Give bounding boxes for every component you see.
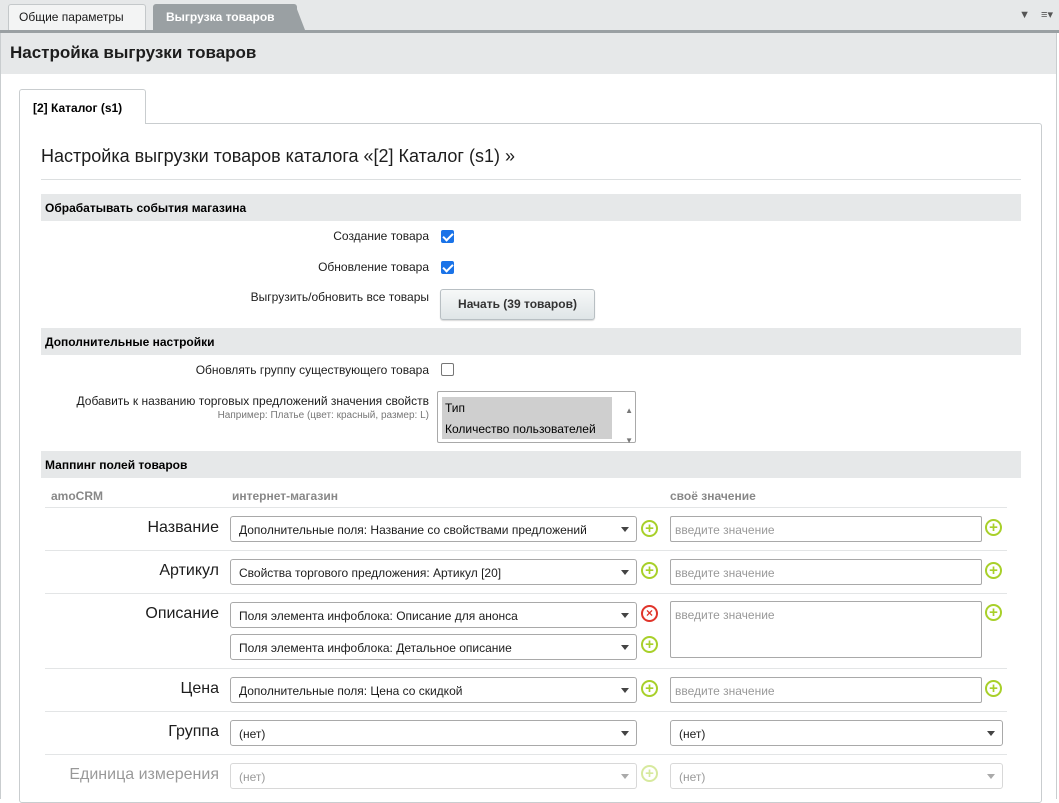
chevron-down-icon [987, 731, 995, 736]
list-item[interactable]: Тип [442, 397, 612, 418]
field-name: Название [147, 519, 220, 536]
field-name: Цена [180, 680, 219, 697]
section-field-mapping: Маппинг полей товаров [41, 451, 1021, 478]
offer-props-hint: Например: Платье (цвет: красный, размер:… [217, 410, 429, 421]
add-plus-icon[interactable]: + [641, 562, 658, 579]
start-export-button[interactable]: Начать (39 товаров) [440, 289, 595, 320]
section-shop-events: Обрабатывать события магазина [41, 194, 1021, 221]
row-divider [45, 507, 1007, 508]
chevron-down-icon [621, 613, 629, 618]
add-plus-icon[interactable]: + [985, 562, 1002, 579]
shop-field-select[interactable]: (нет) [230, 763, 637, 789]
add-plus-icon[interactable]: + [985, 680, 1002, 697]
add-plus-icon[interactable]: + [641, 520, 658, 537]
catalog-panel: Настройка выгрузки товаров каталога «[2]… [19, 123, 1042, 803]
tab-export-products[interactable]: Выгрузка товаров [153, 4, 305, 30]
add-plus-icon[interactable]: + [641, 636, 658, 653]
chevron-down-icon [621, 731, 629, 736]
page-title: Настройка выгрузки товаров [1, 33, 1056, 74]
update-group-label: Обновлять группу существующего товара [195, 363, 429, 377]
listbox-scrollbar[interactable]: ▲ ▼ [625, 396, 633, 456]
top-tab-strip: Общие параметры Выгрузка товаров ▼ ≡▾ [0, 0, 1059, 33]
shop-field-select[interactable]: (нет) [230, 720, 637, 746]
create-product-checkbox[interactable] [441, 230, 454, 243]
field-name: Артикул [159, 562, 219, 579]
list-item[interactable]: Количество пользователей [442, 418, 612, 439]
row-divider [45, 668, 1007, 669]
own-value-input[interactable]: введите значение [670, 516, 982, 542]
column-header-amocrm: amoCRM [51, 489, 104, 503]
offer-props-listbox[interactable]: Тип Количество пользователей ▲ ▼ [437, 391, 636, 445]
own-value-input[interactable]: введите значение [670, 559, 982, 585]
shop-field-select[interactable]: Свойства торгового предложения: Артикул … [230, 559, 637, 585]
update-product-label: Обновление товара [318, 260, 429, 274]
panel-title: Настройка выгрузки товаров каталога «[2]… [41, 146, 515, 166]
add-plus-icon[interactable]: + [985, 604, 1002, 621]
row-divider [45, 593, 1007, 594]
update-product-checkbox[interactable] [441, 261, 454, 274]
update-group-checkbox[interactable] [441, 363, 454, 376]
own-value-select[interactable]: (нет) [670, 720, 1003, 746]
add-plus-icon[interactable]: + [985, 519, 1002, 536]
shop-field-select[interactable]: Поля элемента инфоблока: Детальное описа… [230, 634, 637, 660]
column-header-own-value: своё значение [670, 489, 756, 503]
own-value-textarea[interactable]: введите значение [670, 601, 982, 658]
chevron-down-icon [621, 645, 629, 650]
tab-general-params[interactable]: Общие параметры [8, 4, 146, 30]
section-extra-settings: Дополнительные настройки [41, 328, 1021, 355]
strip-controls: ▼ ≡▾ [1011, 8, 1053, 21]
field-name: Описание [145, 605, 219, 622]
row-divider [45, 711, 1007, 712]
row-divider [45, 550, 1007, 551]
own-value-input[interactable]: введите значение [670, 677, 982, 703]
remove-x-icon[interactable]: × [641, 605, 658, 622]
menu-icon[interactable]: ≡▾ [1041, 9, 1053, 21]
tab-catalog-s1[interactable]: [2] Каталог (s1) [19, 89, 146, 124]
own-value-select[interactable]: (нет) [670, 763, 1003, 789]
column-header-shop: интернет-магазин [232, 489, 338, 503]
add-plus-icon[interactable]: + [641, 680, 658, 697]
shop-field-select[interactable]: Поля элемента инфоблока: Описание для ан… [230, 602, 637, 628]
field-name: Единица измерения [69, 766, 219, 783]
chevron-down-icon [621, 527, 629, 532]
divider [41, 179, 1021, 180]
chevron-down-icon [621, 570, 629, 575]
chevron-down-icon [987, 774, 995, 779]
create-product-label: Создание товара [333, 229, 429, 243]
shop-field-select[interactable]: Дополнительные поля: Название со свойств… [230, 516, 637, 542]
page-frame: Настройка выгрузки товаров [2] Каталог (… [0, 33, 1057, 803]
add-plus-icon[interactable]: + [641, 765, 658, 782]
export-all-label: Выгрузить/обновить все товары [250, 290, 429, 304]
field-name: Группа [168, 723, 219, 740]
chevron-down-icon [621, 774, 629, 779]
offer-props-label: Добавить к названию торговых предложений… [76, 394, 429, 408]
shop-field-select[interactable]: Дополнительные поля: Цена со скидкой [230, 677, 637, 703]
row-divider [45, 754, 1007, 755]
chevron-down-icon [621, 688, 629, 693]
collapse-arrow-icon[interactable]: ▼ [1019, 9, 1030, 21]
